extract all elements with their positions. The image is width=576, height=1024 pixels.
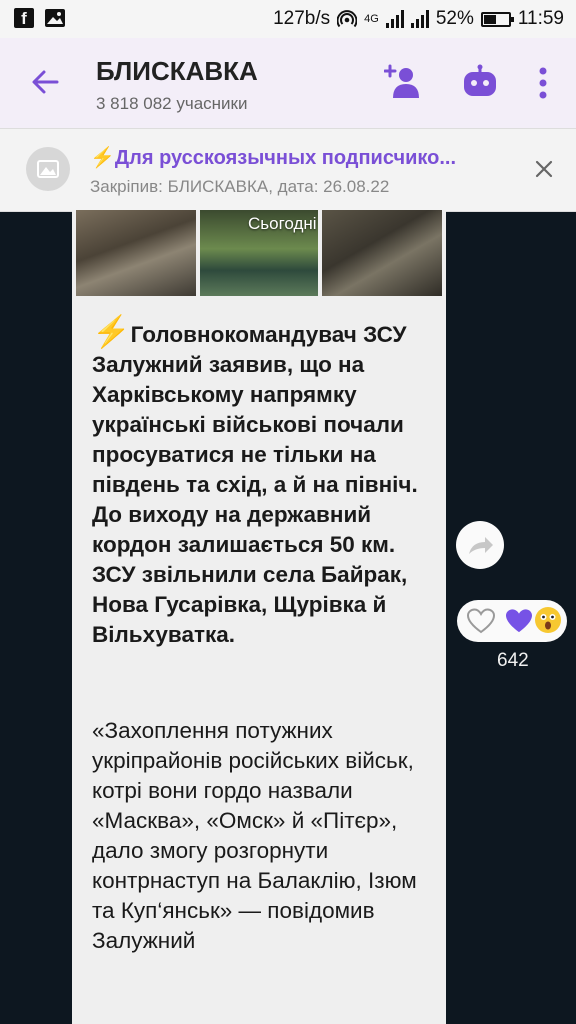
signal-icon	[385, 10, 404, 28]
gallery-icon	[45, 9, 65, 27]
message-text: ⚡Головнокомандувач ЗСУ Залужний заявив, …	[92, 314, 428, 650]
channel-title[interactable]: БЛИСКАВКА	[96, 56, 258, 87]
pinned-thumbnail	[26, 147, 70, 191]
photo-tile[interactable]	[76, 210, 196, 296]
close-icon[interactable]	[534, 159, 554, 179]
battery-icon	[480, 11, 514, 27]
status-bar: f 127b/s 4G 52% 11:59	[0, 0, 576, 38]
battery-percent: 52%	[435, 8, 474, 29]
message-main-text: Головнокомандувач ЗСУ Залужний заявив, щ…	[92, 322, 418, 647]
facebook-icon: f	[14, 8, 34, 28]
message-quote-text: «Захоплення потужних укріпрайонів російс…	[92, 718, 417, 953]
pinned-info: Закріпив: БЛИСКАВКА, дата: 26.08.22	[90, 177, 390, 196]
pinned-title[interactable]: ⚡Для русскоязычных подписчико...	[90, 145, 456, 170]
purple-heart-icon[interactable]	[505, 608, 533, 634]
reaction-count: 642	[497, 650, 529, 671]
date-divider: Сьогодні	[248, 214, 317, 233]
lightning-emoji: ⚡	[92, 314, 131, 349]
back-arrow-icon[interactable]	[30, 67, 60, 97]
network-type: 4G	[364, 13, 379, 25]
member-count: 3 818 082 учасники	[96, 94, 248, 113]
more-options-icon[interactable]	[538, 66, 548, 100]
scared-face-icon[interactable]	[535, 607, 561, 633]
network-speed: 127b/s	[273, 8, 331, 29]
photo-tile[interactable]	[322, 210, 442, 296]
hotspot-icon	[337, 10, 358, 28]
pinned-message-bar[interactable]: ⚡Для русскоязычных подписчико... Закріпи…	[0, 128, 576, 212]
bot-icon[interactable]	[462, 64, 498, 100]
image-placeholder-icon	[37, 160, 59, 178]
signal-icon-secondary	[410, 10, 429, 28]
reactions-bar[interactable]	[457, 600, 567, 642]
heart-outline-icon[interactable]	[466, 607, 496, 635]
add-member-icon[interactable]	[384, 64, 420, 100]
chat-header: БЛИСКАВКА 3 818 082 учасники	[0, 38, 576, 128]
share-button[interactable]	[456, 521, 504, 569]
forward-arrow-icon	[469, 537, 493, 554]
clock: 11:59	[517, 8, 564, 29]
